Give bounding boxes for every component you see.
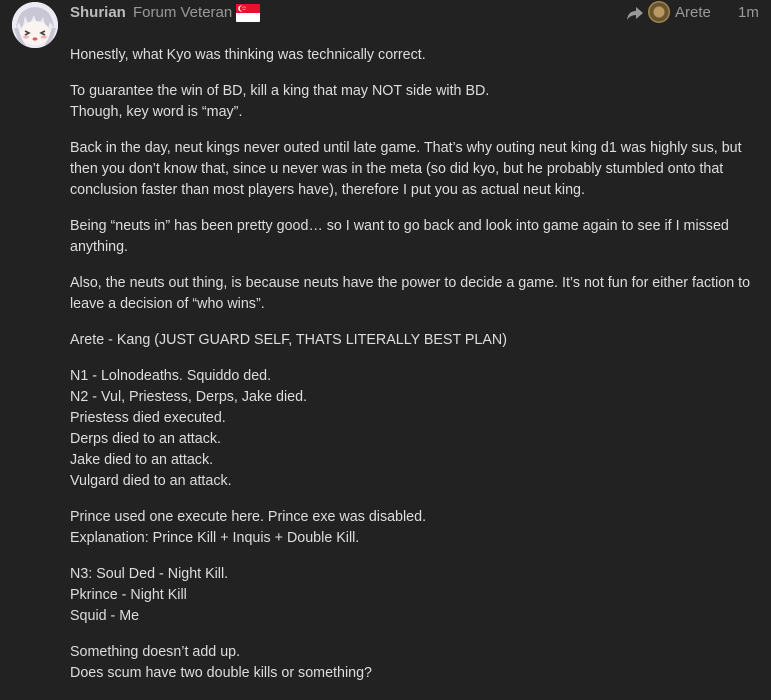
post-paragraph: To guarantee the win of BD, kill a king … bbox=[70, 81, 756, 123]
post-line: To guarantee the win of BD, kill a king … bbox=[70, 83, 490, 99]
post-paragraph: Also, the neuts out thing, is because ne… bbox=[70, 273, 756, 315]
post-paragraph: N3: Soul Ded - Night Kill. Pkrince - Nigh… bbox=[70, 564, 756, 627]
post-line: Explanation: Prince Kill + Inquis + Doub… bbox=[70, 530, 360, 546]
reply-to-avatar[interactable] bbox=[648, 1, 670, 23]
post-line: Priestess died executed. bbox=[70, 410, 226, 426]
post-paragraph: Back in the day, neut kings never outed … bbox=[70, 138, 756, 201]
anime-avatar-icon bbox=[12, 2, 58, 48]
post-paragraph: Being “neuts in” has been pretty good… s… bbox=[70, 216, 756, 258]
user-title: Forum Veteran bbox=[133, 4, 233, 21]
reply-to-name[interactable]: Arete bbox=[675, 4, 711, 21]
post-paragraph: Something doesn’t add up. Does scum have … bbox=[70, 642, 756, 684]
post-line: Jake died to an attack. bbox=[70, 452, 214, 468]
post-line: Being “neuts in” has been pretty good… s… bbox=[70, 218, 729, 255]
post-line: Something doesn’t add up. bbox=[70, 644, 241, 660]
post-line: Squid - Me bbox=[70, 608, 140, 624]
post-paragraph: Honestly, what Kyo was thinking was tech… bbox=[70, 45, 756, 66]
post-line: Back in the day, neut kings never outed … bbox=[70, 140, 742, 198]
post-line: Prince used one execute here. Prince exe… bbox=[70, 509, 427, 525]
post-line: Does scum have two double kills or somet… bbox=[70, 665, 372, 681]
post-line: N1 - Lolnodeaths. Squiddo ded. bbox=[70, 368, 272, 384]
post-paragraph: N1 - Lolnodeaths. Squiddo ded. N2 - Vul, … bbox=[70, 366, 756, 492]
post-header: Shurian Forum Veteran Arete 1m bbox=[70, 1, 761, 24]
post-line: Derps died to an attack. bbox=[70, 431, 221, 447]
post-line: Also, the neuts out thing, is because ne… bbox=[70, 275, 751, 312]
username[interactable]: Shurian bbox=[70, 4, 126, 21]
post-line: Vulgard died to an attack. bbox=[70, 473, 232, 489]
user-avatar[interactable] bbox=[12, 2, 58, 48]
post-paragraph: Arete - Kang (JUST GUARD SELF, THATS LIT… bbox=[70, 330, 756, 351]
reply-arrow-icon[interactable] bbox=[626, 4, 644, 22]
post-line: Honestly, what Kyo was thinking was tech… bbox=[70, 47, 426, 63]
post-line: Pkrince - Night Kill bbox=[70, 587, 187, 603]
singapore-flag-icon bbox=[236, 4, 260, 22]
post-body: Honestly, what Kyo was thinking was tech… bbox=[70, 45, 756, 699]
post-time[interactable]: 1m bbox=[738, 4, 759, 21]
post-line: N3: Soul Ded - Night Kill. bbox=[70, 566, 229, 582]
post-paragraph: Prince used one execute here. Prince exe… bbox=[70, 507, 756, 549]
post-line: N2 - Vul, Priestess, Derps, Jake died. bbox=[70, 389, 308, 405]
post-line: Though, key word is “may”. bbox=[70, 104, 243, 120]
post-line: Arete - Kang (JUST GUARD SELF, THATS LIT… bbox=[70, 332, 507, 348]
